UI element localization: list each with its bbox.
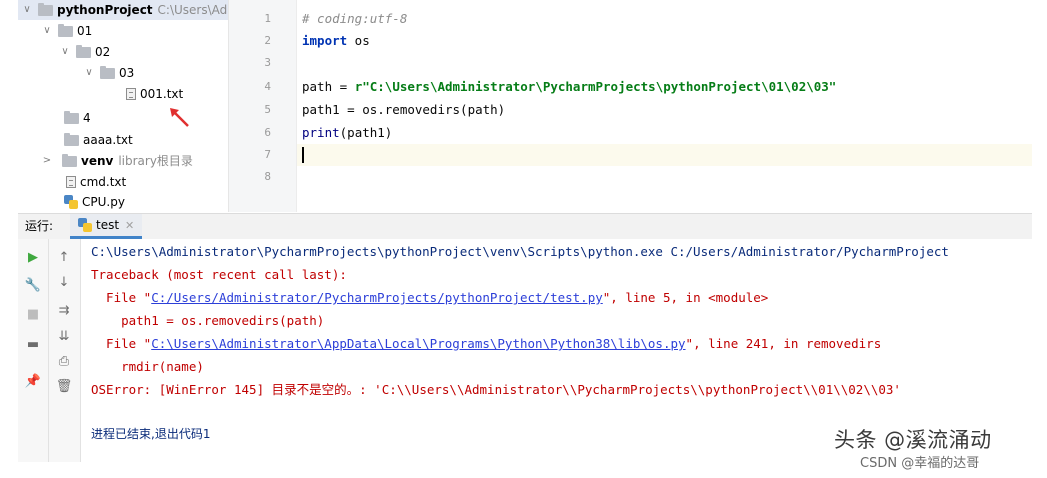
run-tab-label: test (96, 217, 120, 232)
tree-item-venv[interactable]: > venv library根目录 (40, 151, 193, 171)
tree-item-label: CPU.py (82, 195, 125, 209)
watermark-csdn: CSDN @幸福的达哥 (860, 456, 980, 471)
keyword-import: import (302, 33, 348, 48)
tree-item-label: aaaa.txt (83, 133, 133, 147)
red-arrow-annotation (170, 108, 189, 127)
trash-icon[interactable]: 🗑 (55, 377, 73, 395)
code-line-5: path1 = os.removedirs(path) (302, 102, 506, 117)
tree-item-aaaa-txt[interactable]: aaaa.txt (64, 130, 133, 150)
code-line-2: import os (302, 30, 370, 52)
line-number: 3 (264, 56, 271, 69)
file-link[interactable]: C:\Users\Administrator\AppData\Local\Pro… (151, 336, 685, 351)
tree-item-001-txt[interactable]: 001.txt (126, 84, 183, 104)
console-traceback: Traceback (most recent call last): (91, 267, 347, 282)
tree-item-4[interactable]: 4 (64, 108, 91, 128)
close-icon[interactable]: ✕ (125, 213, 134, 238)
console-text: ", line 5, in <module> (602, 290, 769, 305)
run-tool-window-header: 运行: test ✕ (18, 213, 1032, 240)
line-number: 5 (264, 103, 271, 116)
console-text: File " (91, 336, 152, 351)
code-line-4: path = r"C:\Users\Administrator\PycharmP… (302, 76, 836, 98)
folder-icon (38, 2, 53, 16)
text-file-icon (66, 176, 76, 188)
code-line-6: print(path1) (302, 122, 392, 144)
console-file-line-2: File "C:\Users\Administrator\AppData\Loc… (91, 332, 881, 355)
rerun-icon[interactable]: ▶ (24, 248, 42, 266)
folder-icon (64, 110, 79, 124)
folder-icon (58, 23, 73, 37)
code-text: os (347, 33, 370, 48)
tree-item-label: 02 (95, 45, 111, 59)
code-text: (path1) (339, 125, 393, 140)
project-name: pythonProject (57, 3, 153, 17)
console-text: ", line 241, in removedirs (685, 336, 882, 351)
line-number-gutter: 1 2 3 4 5 6 7 8 (229, 0, 297, 212)
tree-item-label: 4 (83, 111, 91, 125)
soft-wrap-icon[interactable]: ⇉ (55, 301, 73, 319)
console-text: File " (91, 290, 152, 305)
tree-item-cpu-py[interactable]: CPU.py (64, 192, 125, 212)
tree-item-label: venv (81, 154, 114, 168)
run-tab-test[interactable]: test ✕ (70, 213, 143, 239)
line-number: 4 (264, 80, 271, 93)
project-tree: ∨ pythonProject C:\Users\Ad ∨ 01 ∨ 02 ∨ … (18, 0, 229, 212)
chevron-down-icon[interactable]: ∨ (20, 0, 34, 20)
current-line-highlight (297, 144, 1032, 166)
line-number: 7 (264, 148, 271, 161)
console-code-2: rmdir(name) (91, 359, 204, 374)
tree-item-02[interactable]: ∨ 02 (58, 42, 110, 62)
run-toolbar-left: ▶ 🔧 ■ ▬ 📌 (18, 239, 49, 462)
string-literal: r"C:\Users\Administrator\PycharmProjects… (354, 79, 837, 94)
folder-icon (100, 65, 115, 79)
line-number: 2 (264, 34, 271, 47)
tree-item-label: cmd.txt (80, 175, 127, 189)
tree-item-label: 03 (119, 66, 135, 80)
project-path: C:\Users\Ad (157, 3, 228, 17)
tree-item-label: 01 (77, 24, 93, 38)
stop-icon[interactable]: ■ (24, 305, 42, 323)
line-number: 1 (264, 12, 271, 25)
text-caret (302, 147, 304, 163)
watermark-toutiao: 头条 @溪流涌动 (834, 428, 992, 452)
tree-item-03[interactable]: ∨ 03 (82, 63, 134, 83)
console-command-line: C:\Users\Administrator\PycharmProjects\p… (91, 244, 949, 259)
file-link[interactable]: C:/Users/Administrator/PycharmProjects/p… (151, 290, 603, 305)
tree-item-label: 001.txt (140, 87, 184, 101)
python-file-icon (64, 195, 78, 209)
run-toolbar-right: ↑ ↓ ⇉ ⇊ ⎙ 🗑 (49, 239, 81, 462)
console-code-1: path1 = os.removedirs(path) (91, 313, 325, 328)
chevron-down-icon[interactable]: ∨ (40, 21, 54, 41)
text-file-icon (126, 88, 136, 100)
pin-icon[interactable]: 📌 (24, 372, 42, 390)
tree-item-suffix: library根目录 (118, 154, 193, 168)
console-error: OSError: [WinError 145] 目录不是空的。: 'C:\\Us… (91, 382, 901, 397)
code-editor[interactable]: # coding:utf-8 import os path = r"C:\Use… (297, 0, 1032, 212)
code-text: path = (302, 79, 355, 94)
tree-root[interactable]: ∨ pythonProject C:\Users\Ad (18, 0, 228, 20)
folder-icon (62, 153, 77, 167)
arrow-down-icon[interactable]: ↓ (55, 273, 73, 291)
console-exit-message: 进程已结束,退出代码1 (91, 427, 211, 441)
arrow-up-icon[interactable]: ↑ (55, 248, 73, 266)
code-line-1: # coding:utf-8 (302, 11, 408, 26)
folder-icon (76, 44, 91, 58)
layout-icon[interactable]: ▬ (24, 335, 42, 353)
line-number: 6 (264, 126, 271, 139)
run-label: 运行: (25, 219, 54, 233)
console-file-line-1: File "C:/Users/Administrator/PycharmProj… (91, 286, 768, 309)
scroll-to-end-icon[interactable]: ⇊ (55, 327, 73, 345)
builtin-print: print (302, 125, 340, 140)
line-number: 8 (264, 170, 271, 183)
chevron-down-icon[interactable]: ∨ (58, 42, 72, 62)
chevron-right-icon[interactable]: > (40, 151, 54, 171)
tree-item-cmd-txt[interactable]: cmd.txt (66, 172, 126, 192)
folder-icon (64, 132, 79, 146)
python-run-icon (78, 218, 92, 232)
wrench-icon[interactable]: 🔧 (24, 276, 42, 294)
print-icon[interactable]: ⎙ (55, 352, 73, 370)
chevron-down-icon[interactable]: ∨ (82, 63, 96, 83)
tree-item-01[interactable]: ∨ 01 (40, 21, 92, 41)
